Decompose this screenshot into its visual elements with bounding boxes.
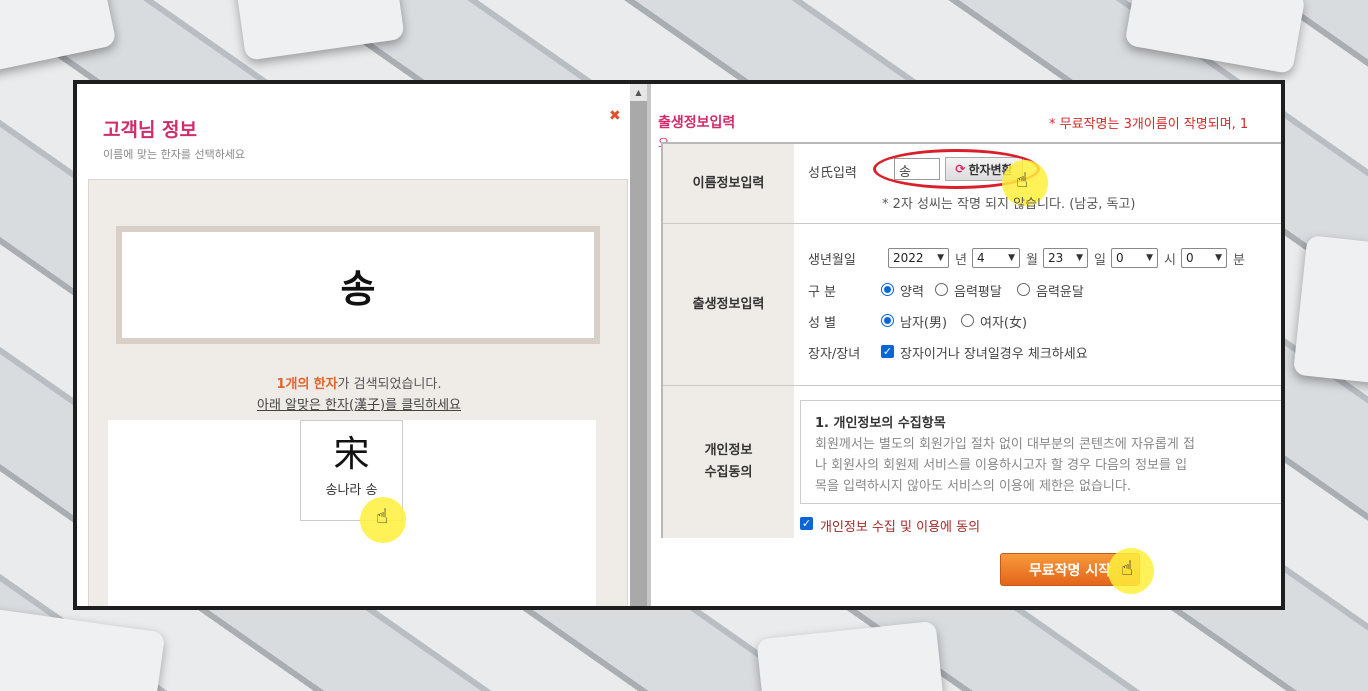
eldest-label: 장자/장녀 bbox=[808, 347, 861, 362]
privacy-consent-label: 개인정보 수집동의 bbox=[663, 386, 794, 538]
hanja-selection-body: 송 1개의 한자가 검색되었습니다. 아래 알맞은 한자(漢子)를 클릭하세요 … bbox=[88, 179, 628, 606]
close-icon[interactable]: ✖ bbox=[609, 108, 621, 124]
birth-info-panel: 출생정보입력 요 * 무료작명는 3개이름이 작명되며, 1 이름정보입력 성氏… bbox=[653, 84, 1281, 606]
surname-display: 송 bbox=[116, 226, 600, 344]
panel-divider bbox=[647, 84, 651, 606]
customer-info-panel: 고객님 정보 이름에 맞는 한자를 선택하세요 ✖ 송 1개의 한자가 검색되었… bbox=[77, 84, 630, 606]
hand-pointer-icon: ☝ bbox=[1121, 556, 1134, 580]
day-unit: 일 bbox=[1094, 253, 1106, 268]
radio-solar-label: 양력 bbox=[900, 285, 924, 300]
radio-male[interactable] bbox=[881, 314, 894, 327]
background-tile bbox=[1292, 235, 1368, 385]
vertical-scrollbar[interactable]: ▲ bbox=[630, 84, 647, 606]
chevron-down-icon: ▼ bbox=[937, 253, 944, 263]
hanja-meaning: 송나라 송 bbox=[325, 483, 378, 498]
radio-lunar-leap-label: 음력윤달 bbox=[1036, 285, 1084, 300]
birth-info-label: 출생정보입력 bbox=[663, 224, 794, 385]
chevron-down-icon: ▼ bbox=[1146, 253, 1153, 263]
month-unit: 월 bbox=[1026, 253, 1038, 268]
privacy-agree-label: 개인정보 수집 및 이용에 동의 bbox=[820, 520, 981, 535]
privacy-terms-heading: 1. 개인정보의 수집항목 bbox=[815, 416, 946, 431]
search-result-text: 1개의 한자가 검색되었습니다. bbox=[89, 373, 629, 392]
hanja-character: 宋 bbox=[333, 434, 370, 475]
gender-label: 성 별 bbox=[808, 316, 837, 331]
surname-input-label: 성氏입력 bbox=[808, 166, 857, 181]
surname-hint: * 2자 성씨는 작명 되지 않습니다. (남궁, 독고) bbox=[882, 197, 1136, 212]
background-tile bbox=[756, 620, 944, 691]
chevron-down-icon: ▼ bbox=[1076, 253, 1083, 263]
section-title: 출생정보입력 bbox=[658, 115, 736, 131]
background-tile bbox=[235, 0, 405, 61]
eldest-checkbox[interactable]: ✓ bbox=[881, 345, 894, 358]
screenshot-frame: 고객님 정보 이름에 맞는 한자를 선택하세요 ✖ 송 1개의 한자가 검색되었… bbox=[73, 80, 1285, 610]
minute-select[interactable]: 0 ▼ bbox=[1181, 248, 1227, 268]
input-form-table: 이름정보입력 성氏입력 송 ⟳ 한자변환 ☝ * 2자 성씨는 작명 되지 않습… bbox=[661, 142, 1281, 538]
year-select[interactable]: 2022 ▼ bbox=[888, 248, 949, 268]
radio-lunar-normal-label: 음력평달 bbox=[954, 285, 1002, 300]
year-unit: 년 bbox=[955, 253, 967, 268]
radio-female-label: 여자(女) bbox=[980, 316, 1028, 331]
birthdate-label: 생년월일 bbox=[808, 253, 856, 268]
hour-select[interactable]: 0 ▼ bbox=[1111, 248, 1158, 268]
birth-info-row: 출생정보입력 생년월일 2022 ▼ 년 4 ▼ 월 23 ▼ 일 0 ▼ 시 0 ▼ 분… bbox=[663, 224, 1281, 386]
calendar-type-label: 구 분 bbox=[808, 285, 837, 300]
radio-female[interactable] bbox=[961, 314, 974, 327]
privacy-terms-line: 나 회원사의 회원제 서비스를 이용하시고자 할 경우 다음의 정보를 입 bbox=[815, 458, 1188, 473]
privacy-label-line1: 개인정보 bbox=[704, 443, 753, 458]
hand-pointer-icon: ☝ bbox=[376, 504, 389, 528]
click-instruction: 아래 알맞은 한자(漢子)를 클릭하세요 bbox=[256, 398, 462, 413]
chevron-down-icon: ▼ bbox=[1008, 253, 1015, 263]
name-info-content: 성氏입력 송 ⟳ 한자변환 ☝ * 2자 성씨는 작명 되지 않습니다. (남궁… bbox=[794, 144, 1281, 223]
panel-subtitle: 이름에 맞는 한자를 선택하세요 bbox=[103, 148, 246, 161]
chevron-down-icon: ▼ bbox=[1215, 253, 1222, 263]
background-tile bbox=[1124, 0, 1306, 75]
result-count: 1개의 bbox=[276, 377, 310, 392]
eldest-checkbox-label: 장자이거나 장녀일경우 체크하세요 bbox=[900, 347, 1088, 362]
radio-lunar-normal[interactable] bbox=[935, 283, 948, 296]
privacy-terms-line: 목을 입력하시지 않아도 서비스의 이용에 제한은 없습니다. bbox=[815, 479, 1131, 494]
privacy-agree-checkbox[interactable]: ✓ bbox=[800, 517, 813, 530]
minute-unit: 분 bbox=[1233, 253, 1245, 268]
radio-solar[interactable] bbox=[881, 283, 894, 296]
background-tile bbox=[0, 0, 117, 74]
name-info-row: 이름정보입력 성氏입력 송 ⟳ 한자변환 ☝ * 2자 성씨는 작명 되지 않습… bbox=[663, 144, 1281, 224]
radio-male-label: 남자(男) bbox=[900, 316, 948, 331]
radio-lunar-leap[interactable] bbox=[1017, 283, 1030, 296]
month-select[interactable]: 4 ▼ bbox=[972, 248, 1020, 268]
privacy-terms-box[interactable]: 1. 개인정보의 수집항목 회원께서는 별도의 회원가입 절차 없이 대부분의 … bbox=[800, 400, 1281, 504]
background-tile bbox=[0, 607, 166, 691]
free-naming-notice: * 무료작명는 3개이름이 작명되며, 1 bbox=[1049, 117, 1249, 132]
privacy-terms-line: 회원께서는 별도의 회원가입 절차 없이 대부분의 콘텐츠에 자유롭게 접 bbox=[815, 437, 1195, 452]
birth-info-content: 생년월일 2022 ▼ 년 4 ▼ 월 23 ▼ 일 0 ▼ 시 0 ▼ 분 구 분 양력 bbox=[794, 224, 1281, 385]
day-select[interactable]: 23 ▼ bbox=[1043, 248, 1088, 268]
result-hanja-word: 한자 bbox=[313, 377, 338, 392]
hanja-list: 宋 송나라 송 ☝ bbox=[108, 420, 596, 606]
result-rest: 가 검색되었습니다. bbox=[337, 377, 442, 392]
privacy-label-line2: 수집동의 bbox=[704, 465, 753, 480]
browser-window: 고객님 정보 이름에 맞는 한자를 선택하세요 ✖ 송 1개의 한자가 검색되었… bbox=[77, 84, 1281, 606]
hand-pointer-icon: ☝ bbox=[1016, 168, 1029, 192]
hour-unit: 시 bbox=[1164, 253, 1176, 268]
panel-title: 고객님 정보 bbox=[103, 119, 198, 141]
scroll-up-arrow-icon[interactable]: ▲ bbox=[630, 84, 647, 101]
name-info-label: 이름정보입력 bbox=[663, 144, 794, 223]
